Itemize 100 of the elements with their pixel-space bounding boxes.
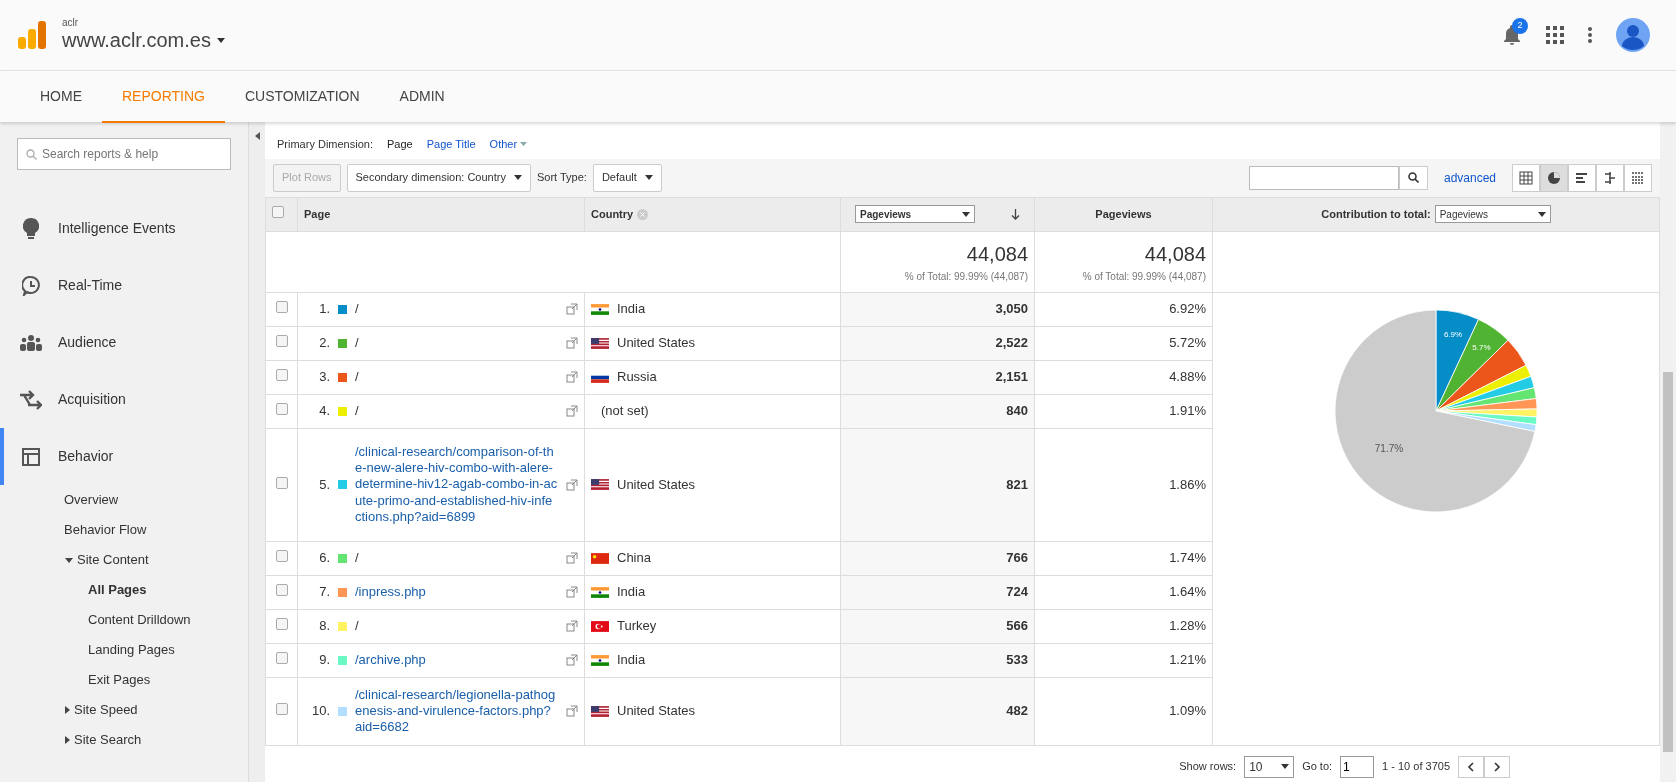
page-path-link[interactable]: / bbox=[355, 549, 558, 567]
nav-subitem[interactable]: Overview bbox=[64, 490, 119, 510]
nav-subitem[interactable]: Behavior Flow bbox=[64, 520, 147, 540]
scrollbar-thumb[interactable] bbox=[1663, 372, 1673, 752]
open-page-icon[interactable] bbox=[566, 705, 578, 717]
notification-badge: 2 bbox=[1512, 18, 1528, 34]
layout-icon bbox=[22, 447, 40, 466]
nav-item[interactable]: Behavior bbox=[0, 428, 248, 485]
comparison-button[interactable] bbox=[1596, 163, 1624, 192]
nav-subitem[interactable]: Content Drilldown bbox=[88, 610, 191, 630]
column-header: Pageviews bbox=[1095, 207, 1152, 220]
row-number: 5. bbox=[318, 475, 330, 494]
collapse-icon[interactable] bbox=[254, 132, 260, 140]
page-path-link[interactable]: /clinical-research/legionella-pathogenesis-and-virulence-factors.php?aid=6682 bbox=[355, 686, 558, 736]
search-button[interactable] bbox=[1398, 165, 1428, 190]
advanced-link[interactable]: advanced bbox=[1443, 168, 1496, 187]
percent-value: 1.64% bbox=[1169, 584, 1206, 600]
row-checkbox[interactable] bbox=[275, 335, 288, 348]
flag-icon bbox=[591, 479, 609, 490]
dimension-link[interactable]: Page bbox=[386, 136, 413, 153]
country-name: India bbox=[617, 651, 646, 670]
country-name: India bbox=[617, 300, 646, 319]
apps-grid-icon[interactable] bbox=[1546, 26, 1564, 44]
row-checkbox[interactable] bbox=[275, 550, 288, 563]
country-name: (not set) bbox=[601, 402, 649, 421]
open-page-icon[interactable] bbox=[566, 654, 578, 666]
avatar-icon[interactable] bbox=[1616, 18, 1650, 52]
open-page-icon[interactable] bbox=[566, 552, 578, 564]
open-page-icon[interactable] bbox=[566, 586, 578, 598]
nav-item[interactable]: Acquisition bbox=[0, 371, 248, 428]
row-checkbox[interactable] bbox=[275, 584, 288, 597]
row-checkbox[interactable] bbox=[275, 703, 288, 716]
table-search-field[interactable] bbox=[1248, 165, 1399, 190]
metric-dropdown[interactable]: Pageviews bbox=[855, 205, 975, 223]
column-header: Country bbox=[591, 207, 634, 220]
row-checkbox[interactable] bbox=[275, 403, 288, 416]
nav-item[interactable]: Intelligence Events bbox=[0, 200, 248, 257]
pivot-table-button[interactable] bbox=[1624, 163, 1652, 192]
next-page-button[interactable] bbox=[1484, 755, 1510, 778]
sort-descending-icon[interactable] bbox=[1011, 208, 1020, 220]
pivot-table-icon bbox=[1631, 170, 1645, 185]
row-number: 7. bbox=[318, 583, 330, 602]
secondary-dimension-dropdown[interactable]: Secondary dimension: Country bbox=[346, 163, 531, 192]
sort-type-dropdown[interactable]: Default bbox=[592, 163, 662, 192]
country-name: China bbox=[617, 549, 651, 568]
open-page-icon[interactable] bbox=[566, 337, 578, 349]
row-checkbox[interactable] bbox=[275, 301, 288, 314]
open-page-icon[interactable] bbox=[566, 371, 578, 383]
caret-icon bbox=[520, 142, 528, 147]
bar-chart-icon bbox=[1575, 170, 1589, 185]
more-options-icon[interactable] bbox=[1588, 27, 1592, 43]
nav-item[interactable]: Audience bbox=[0, 314, 248, 371]
nav-subitem[interactable]: Site Content bbox=[77, 550, 149, 570]
country-name: Turkey bbox=[617, 617, 657, 636]
row-number: 1. bbox=[318, 300, 330, 319]
page-path-link[interactable]: /inpress.php bbox=[355, 583, 558, 601]
open-page-icon[interactable] bbox=[566, 478, 578, 491]
row-checkbox[interactable] bbox=[272, 205, 284, 218]
page-path-link[interactable]: /archive.php bbox=[355, 651, 558, 669]
show-rows-dropdown[interactable]: 10 bbox=[1244, 755, 1295, 778]
row-checkbox[interactable] bbox=[275, 618, 288, 631]
nav-item[interactable]: Real-Time bbox=[0, 257, 248, 314]
page-path-link[interactable]: / bbox=[355, 617, 558, 635]
nav-subitem[interactable]: All Pages bbox=[88, 580, 147, 600]
property-selector[interactable]: www.aclr.com.es bbox=[62, 28, 225, 52]
nav-subitem[interactable]: Exit Pages bbox=[88, 670, 151, 690]
search-field[interactable]: Search reports & help bbox=[17, 138, 231, 170]
flag-icon bbox=[591, 337, 609, 349]
country-name: United States bbox=[617, 702, 696, 721]
bar-chart-button[interactable] bbox=[1568, 163, 1596, 192]
previous-page-button[interactable] bbox=[1458, 755, 1484, 778]
country-name: United States bbox=[617, 334, 696, 353]
slice-label: 71.7% bbox=[1374, 442, 1404, 454]
nav-subitem[interactable]: Site Search bbox=[74, 730, 142, 750]
nav-tab[interactable]: CUSTOMIZATION bbox=[225, 71, 380, 123]
dimension-link[interactable]: Page Title bbox=[426, 136, 476, 153]
open-page-icon[interactable] bbox=[566, 620, 578, 632]
row-checkbox[interactable] bbox=[275, 652, 288, 665]
row-checkbox[interactable] bbox=[275, 369, 288, 382]
page-path-link[interactable]: / bbox=[355, 334, 558, 352]
search-icon bbox=[26, 149, 37, 160]
open-page-icon[interactable] bbox=[566, 303, 578, 315]
pageviews-value: 566 bbox=[1006, 618, 1028, 634]
open-page-icon[interactable] bbox=[566, 405, 578, 417]
dimension-link[interactable]: Other bbox=[489, 136, 528, 153]
contribution-dropdown[interactable]: Pageviews bbox=[1434, 205, 1551, 223]
nav-tab[interactable]: ADMIN bbox=[379, 71, 465, 123]
page-path-link[interactable]: / bbox=[355, 402, 558, 420]
nav-subitem[interactable]: Landing Pages bbox=[88, 640, 175, 660]
row-checkbox[interactable] bbox=[275, 476, 288, 489]
table-view-button[interactable] bbox=[1512, 163, 1540, 192]
page-path-link[interactable]: / bbox=[355, 368, 558, 386]
pageviews-value: 533 bbox=[1006, 652, 1028, 668]
go-to-field[interactable]: 1 bbox=[1340, 755, 1375, 778]
nav-subitem[interactable]: Site Speed bbox=[74, 700, 138, 720]
page-path-link[interactable]: /clinical-research/comparison-of-the-new-alere-hiv-combo-with-alere-determine-hiv12-agab-combo-in-acute-primo-and-established-hiv-infections.php?aid=6899 bbox=[355, 443, 558, 526]
row-number: 9. bbox=[318, 651, 330, 670]
page-path-link[interactable]: / bbox=[355, 300, 558, 318]
pie-chart-button[interactable] bbox=[1540, 163, 1568, 192]
nav-tab[interactable]: HOME bbox=[20, 71, 102, 123]
